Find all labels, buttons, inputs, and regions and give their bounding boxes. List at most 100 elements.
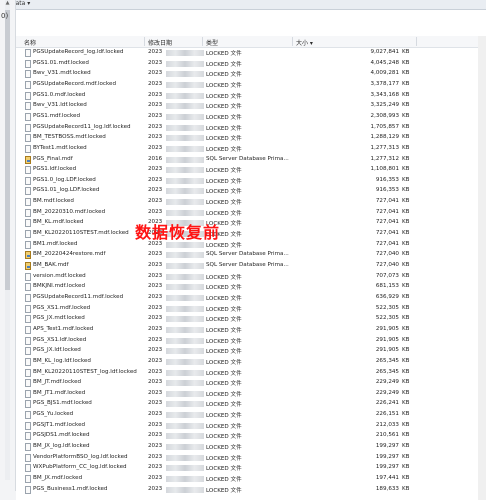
redacted-date-blur <box>166 358 204 365</box>
file-date: 2023 <box>148 336 163 343</box>
address-bar[interactable]: ▸ Data ▾ <box>0 0 486 10</box>
file-row[interactable]: PGS1.01_log.LDF.locked 2023 LOCKED 文件 916,3… <box>16 186 486 196</box>
file-row[interactable]: BM_JX_log.ldf.locked 2023 LOCKED 文件 199,297… <box>16 442 486 452</box>
scroll-up-icon[interactable]: ▲ <box>5 0 10 6</box>
file-row[interactable]: PGS_JX.mdf.locked 2023 LOCKED 文件 522,305 KB <box>16 314 486 324</box>
file-row[interactable]: APS_Test1.mdf.locked 2023 LOCKED 文件 291,905… <box>16 325 486 335</box>
file-row[interactable]: PGS1.0_log.LDF.locked 2023 LOCKED 文件 916,35… <box>16 176 486 186</box>
file-row[interactable]: PGS1.mdf.locked 2023 LOCKED 文件 2,308,993 KB <box>16 112 486 122</box>
file-size-unit: KB <box>402 80 410 87</box>
column-header-date[interactable]: 修改日期 <box>148 38 172 47</box>
file-icon <box>25 368 31 377</box>
file-size-unit: KB <box>402 336 410 343</box>
file-date: 2023 <box>148 144 163 151</box>
file-row[interactable]: PGSUpdateRecord_log.ldf.locked 2023 LOCKED… <box>16 48 486 58</box>
file-row[interactable]: PGSUpdateRecord.mdf.locked 2023 LOCKED 文件 3… <box>16 80 486 90</box>
file-size-unit: KB <box>402 304 410 311</box>
file-row[interactable]: BM_JT1.mdf.locked 2023 LOCKED 文件 229,249 KB <box>16 389 486 399</box>
scroll-thumb[interactable] <box>5 10 10 290</box>
file-date: 2023 <box>148 347 163 354</box>
file-list-scrollbar[interactable] <box>478 36 486 500</box>
file-size-unit: KB <box>402 144 410 151</box>
file-icon <box>25 293 31 302</box>
file-name: PGS1.ldf.locked <box>33 166 77 173</box>
file-name: PGS1.01.mdf.locked <box>33 59 89 66</box>
file-row[interactable]: BM_JT.mdf.locked 2023 LOCKED 文件 229,249 KB <box>16 378 486 388</box>
file-icon <box>25 336 31 345</box>
column-separator[interactable] <box>202 37 203 46</box>
file-row[interactable]: BM_JX.mdf.locked 2023 LOCKED 文件 197,441 KB <box>16 474 486 484</box>
file-size-unit: KB <box>402 187 410 194</box>
file-row[interactable]: BM_20220310.mdf.locked 2023 LOCKED 文件 727,0… <box>16 208 486 218</box>
file-date: 2023 <box>148 325 163 332</box>
redacted-date-blur <box>166 316 204 323</box>
file-size-unit: KB <box>402 240 410 247</box>
column-separator[interactable] <box>416 37 417 46</box>
file-icon <box>25 389 31 398</box>
file-row[interactable]: PGS_Business1.mdf.locked 2023 LOCKED 文件 189… <box>16 485 486 495</box>
file-name: BM_KL.mdf.locked <box>33 219 84 226</box>
file-row[interactable]: BM1.mdf.locked 2023 LOCKED 文件 727,041 KB <box>16 240 486 250</box>
file-type: LOCKED 文件 <box>206 168 242 175</box>
redacted-date-blur <box>166 71 204 78</box>
file-date: 2023 <box>148 368 163 375</box>
file-type: LOCKED 文件 <box>206 370 242 377</box>
file-row[interactable]: PGS_XS1.mdf.locked 2023 LOCKED 文件 522,305 KB <box>16 304 486 314</box>
file-icon <box>25 411 31 420</box>
file-date: 2023 <box>148 443 163 450</box>
redacted-date-blur <box>166 252 204 259</box>
file-row[interactable]: PGS_Yu.locked 2023 LOCKED 文件 226,151 KB <box>16 410 486 420</box>
file-icon <box>25 325 31 334</box>
file-row[interactable]: BM_TESTBOSS.mdf.locked 2023 LOCKED 文件 1,288… <box>16 133 486 143</box>
column-separator[interactable] <box>144 37 145 46</box>
file-name: PGSUpdateRecord.mdf.locked <box>33 80 117 87</box>
file-row[interactable]: PGS_XS1.ldf.locked 2023 LOCKED 文件 291,905 KB <box>16 336 486 346</box>
file-row[interactable]: PGSJDS1.mdf.locked 2023 LOCKED 文件 210,561 KB <box>16 431 486 441</box>
column-header-name[interactable]: 名称 <box>24 38 36 47</box>
file-size-unit: KB <box>402 485 410 492</box>
file-row[interactable]: PGSUpdateRecord11.mdf.locked 2023 LOCKED 文… <box>16 293 486 303</box>
file-row[interactable]: VendorPlatformBSO_log.ldf.locked 2023 LOCK… <box>16 453 486 463</box>
file-row[interactable]: PGS_Final.mdf 2016 SQL Server Database Pri… <box>16 155 486 165</box>
file-name: BM_JX.mdf.locked <box>33 475 83 481</box>
file-row[interactable]: version.mdf.locked 2023 LOCKED 文件 707,073 KB <box>16 272 486 282</box>
file-date: 2023 <box>148 293 163 300</box>
navigation-scrollbar[interactable]: ▲ <box>5 0 10 480</box>
file-row[interactable]: PGS_BJS1.mdf.locked 2023 LOCKED 文件 226,241 K… <box>16 399 486 409</box>
redacted-date-blur <box>166 401 204 408</box>
file-row[interactable]: BYTest1.mdf.locked 2023 LOCKED 文件 1,277,313… <box>16 144 486 154</box>
file-row[interactable]: BM_KL20220110STEST.mdf.locked 2023 LOCKED … <box>16 229 486 239</box>
column-header-size[interactable]: 大小 ▾ <box>296 38 313 47</box>
file-row[interactable]: PGSJT1.mdf.locked 2023 LOCKED 文件 212,033 KB <box>16 421 486 431</box>
column-header-type[interactable]: 类型 <box>206 38 218 47</box>
file-name: BM_JT.mdf.locked <box>33 379 82 386</box>
file-row[interactable]: PGS1.0.mdf.locked 2023 LOCKED 文件 3,343,168 K… <box>16 91 486 101</box>
file-row[interactable]: BMKJNI.mdf.locked 2023 LOCKED 文件 681,153 KB <box>16 282 486 292</box>
file-row[interactable]: WXPubPlatform_CC_log.ldf.locked 2023 LOCKE… <box>16 463 486 473</box>
file-type: LOCKED 文件 <box>206 210 242 217</box>
file-size: 522,305 <box>375 304 399 311</box>
file-type: LOCKED 文件 <box>206 466 242 473</box>
file-row[interactable]: Bwv_V31.mdf.locked 2023 LOCKED 文件 4,009,281… <box>16 69 486 79</box>
file-row[interactable]: PGSUpdateRecord11_log.ldf.locked 2023 LOCK… <box>16 123 486 133</box>
file-row[interactable]: PGS1.ldf.locked 2023 LOCKED 文件 1,108,801 KB <box>16 165 486 175</box>
file-type: LOCKED 文件 <box>206 189 242 196</box>
file-row[interactable]: BM_KL.mdf.locked 2023 LOCKED 文件 727,041 KB <box>16 218 486 228</box>
file-row[interactable]: BM_BAK.mdf 2023 SQL Server Database Prima.… <box>16 261 486 271</box>
file-size-unit: KB <box>402 102 410 109</box>
column-separator[interactable] <box>292 37 293 46</box>
file-type: LOCKED 文件 <box>206 274 242 281</box>
file-size: 4,009,281 <box>370 70 399 77</box>
file-row[interactable]: BM_20220424restore.mdf 2023 SQL Server Dat… <box>16 250 486 260</box>
file-row[interactable]: PGS1.01.mdf.locked 2023 LOCKED 文件 4,045,248… <box>16 59 486 69</box>
file-size: 727,041 <box>375 219 399 226</box>
file-row[interactable]: BM_KL_log.ldf.locked 2023 LOCKED 文件 265,345… <box>16 357 486 367</box>
file-type: LOCKED 文件 <box>206 200 242 207</box>
file-row[interactable]: BM.mdf.locked 2023 LOCKED 文件 727,041 KB <box>16 197 486 207</box>
file-type: LOCKED 文件 <box>206 359 242 366</box>
redacted-date-blur <box>166 273 204 280</box>
file-row[interactable]: Bwv_V31.ldf.locked 2023 LOCKED 文件 3,325,249… <box>16 101 486 111</box>
file-type: LOCKED 文件 <box>206 136 242 143</box>
file-row[interactable]: BM_KL20220110STEST_log.ldf.locked 2023 LOC… <box>16 368 486 378</box>
file-row[interactable]: PGS_JX.ldf.locked 2023 LOCKED 文件 291,905 KB <box>16 346 486 356</box>
